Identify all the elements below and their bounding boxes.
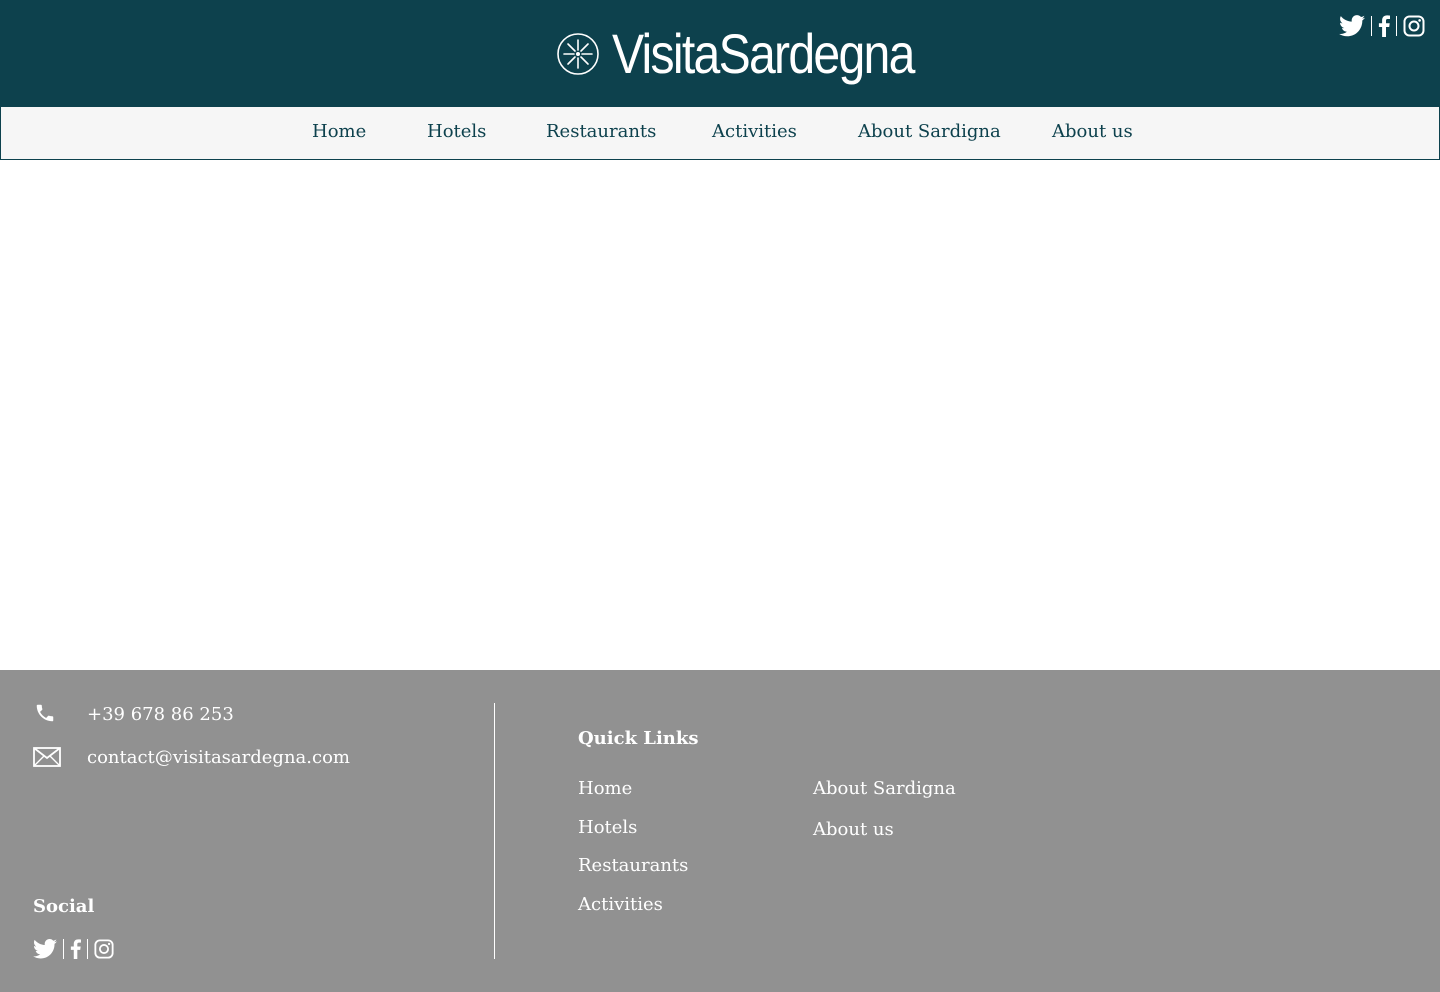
footer-divider	[494, 703, 495, 959]
site-header: VisitaSardegna	[0, 0, 1440, 107]
facebook-icon[interactable]	[70, 939, 81, 959]
twitter-icon[interactable]	[33, 939, 57, 959]
social-heading: Social	[33, 896, 95, 917]
nav-item-restaurants[interactable]: Restaurants	[546, 121, 656, 142]
footer-link-about-us[interactable]: About us	[813, 819, 894, 840]
brand-name: VisitaSardegna	[612, 22, 915, 85]
main-content	[0, 160, 1440, 670]
separator	[63, 939, 64, 959]
nav-item-home[interactable]: Home	[312, 121, 366, 142]
footer-link-hotels[interactable]: Hotels	[578, 817, 637, 838]
footer-link-about-sardigna[interactable]: About Sardigna	[813, 778, 956, 799]
instagram-icon[interactable]	[94, 939, 114, 959]
site-footer: +39 678 86 253 contact@visitasardegna.co…	[0, 670, 1440, 992]
footer-link-restaurants[interactable]: Restaurants	[578, 855, 688, 876]
separator	[1396, 16, 1397, 36]
nav-item-activities[interactable]: Activities	[712, 121, 797, 142]
contact-phone[interactable]: +39 678 86 253	[87, 704, 234, 725]
brand-logo[interactable]: VisitaSardegna	[556, 22, 963, 86]
contact-email[interactable]: contact@visitasardegna.com	[87, 747, 350, 768]
facebook-icon[interactable]	[1378, 15, 1390, 37]
sun-wheel-icon	[557, 33, 599, 75]
quick-links-heading: Quick Links	[578, 728, 699, 749]
mail-icon	[33, 747, 61, 767]
separator	[1371, 16, 1372, 36]
header-social-links	[1339, 13, 1425, 39]
phone-icon	[36, 704, 54, 722]
main-navigation: Home Hotels Restaurants Activities About…	[0, 107, 1440, 160]
footer-link-home[interactable]: Home	[578, 778, 632, 799]
nav-item-about-us[interactable]: About us	[1052, 121, 1133, 142]
footer-social-links	[33, 937, 114, 961]
twitter-icon[interactable]	[1339, 15, 1365, 37]
nav-item-about-sardigna[interactable]: About Sardigna	[858, 121, 1001, 142]
separator	[87, 939, 88, 959]
footer-link-activities[interactable]: Activities	[578, 894, 663, 915]
nav-item-hotels[interactable]: Hotels	[427, 121, 486, 142]
instagram-icon[interactable]	[1403, 15, 1425, 37]
